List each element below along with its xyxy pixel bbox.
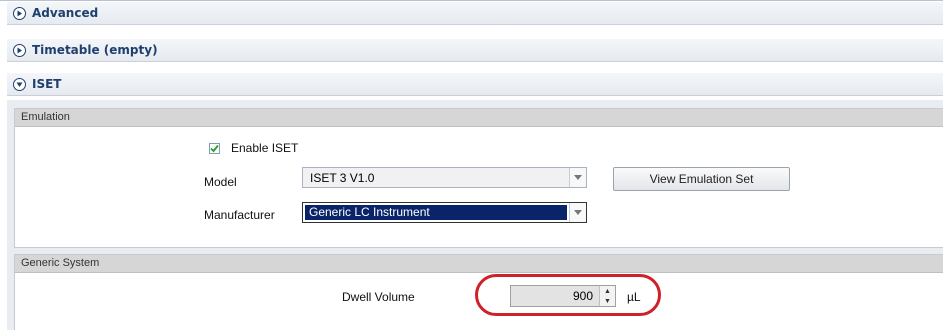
expand-icon [13,6,26,20]
accordion-iset-label: ISET [32,77,62,91]
accordion-timetable[interactable]: Timetable (empty) [7,39,943,62]
model-value: ISET 3 V1.0 [310,170,375,185]
accordion-advanced-label: Advanced [32,6,99,20]
accordion-advanced[interactable]: Advanced [7,2,943,25]
accordion-iset[interactable]: ISET [7,73,943,96]
enable-iset-label: Enable ISET [231,141,299,155]
accordion-timetable-label: Timetable (empty) [32,43,158,57]
manufacturer-label: Manufacturer [204,208,275,222]
view-emulation-set-button[interactable]: View Emulation Set [613,167,790,191]
chevron-down-icon[interactable] [569,168,586,187]
generic-system-group-title: Generic System [15,255,943,273]
manufacturer-dropdown[interactable]: Generic LC Instrument [302,202,587,223]
chevron-down-icon[interactable] [569,203,586,222]
manufacturer-value: Generic LC Instrument [305,205,567,220]
collapse-icon [13,77,26,91]
emulation-group-title: Emulation [15,109,943,127]
model-dropdown[interactable]: ISET 3 V1.0 [302,167,587,188]
enable-iset-checkbox[interactable] [209,143,220,154]
highlight-ring [475,274,661,316]
model-label: Model [204,175,237,189]
top-border [0,0,943,1]
expand-icon [13,43,26,57]
dwell-volume-label: Dwell Volume [342,290,415,304]
